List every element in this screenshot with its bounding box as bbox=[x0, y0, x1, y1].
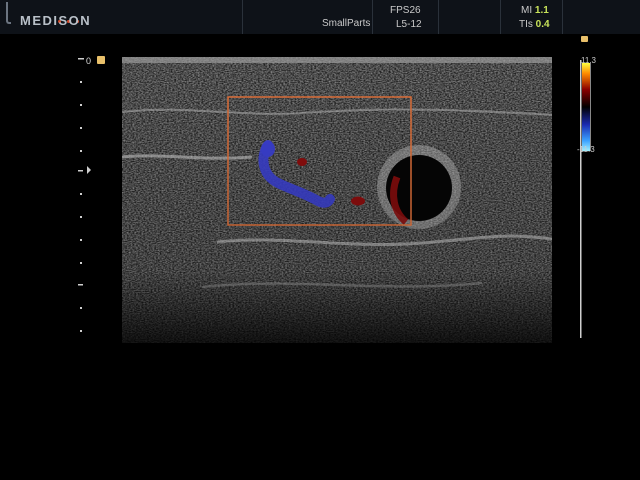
colorbar-edge bbox=[590, 63, 591, 151]
mi-label: MI bbox=[521, 5, 533, 16]
colorbar-axis bbox=[580, 60, 582, 338]
depth-tick bbox=[80, 193, 82, 195]
depth-tick bbox=[80, 307, 82, 309]
tis-readout: TIs 0.4 bbox=[519, 19, 550, 30]
brand-bracket-icon bbox=[6, 2, 11, 24]
tis-label: TIs bbox=[519, 19, 533, 30]
depth-tick bbox=[80, 150, 82, 152]
depth-tick-major bbox=[78, 170, 83, 172]
depth-tick bbox=[80, 216, 82, 218]
top-status-bar: MEDISON SmallParts FPS26 L5-12 MI 1.1 TI… bbox=[0, 0, 640, 34]
top-marker-icon bbox=[97, 56, 105, 64]
mi-readout: MI 1.1 bbox=[521, 5, 549, 16]
header-divider bbox=[438, 0, 439, 34]
depth-attenuation bbox=[122, 57, 552, 343]
colorbar-gradient bbox=[582, 63, 590, 151]
colorbar-top-label: 11.3 bbox=[581, 56, 596, 65]
depth-tick bbox=[80, 81, 82, 83]
depth-tick bbox=[80, 239, 82, 241]
brand-logo: MEDISON bbox=[20, 13, 92, 28]
header-divider bbox=[562, 0, 563, 34]
probe-label: L5-12 bbox=[396, 19, 422, 30]
depth-tick bbox=[80, 262, 82, 264]
mi-value: 1.1 bbox=[534, 5, 549, 16]
depth-tick bbox=[80, 330, 82, 332]
depth-zero-label: 0 bbox=[86, 56, 92, 66]
header-divider bbox=[372, 0, 373, 34]
depth-tick-major bbox=[78, 58, 84, 60]
color-scale-bar bbox=[580, 60, 591, 338]
header-divider bbox=[500, 0, 501, 34]
preset-label: SmallParts bbox=[322, 18, 371, 29]
depth-tick-major bbox=[78, 284, 83, 286]
tis-value: 0.4 bbox=[535, 19, 550, 30]
colorbar-bottom-label: -11.3 bbox=[577, 145, 595, 154]
ultrasound-image[interactable] bbox=[122, 57, 552, 343]
depth-tick bbox=[80, 104, 82, 106]
header-divider bbox=[242, 0, 243, 34]
fps-readout: FPS26 bbox=[390, 5, 421, 16]
focus-marker-icon bbox=[87, 166, 91, 174]
depth-scale bbox=[78, 58, 91, 332]
depth-tick bbox=[80, 127, 82, 129]
